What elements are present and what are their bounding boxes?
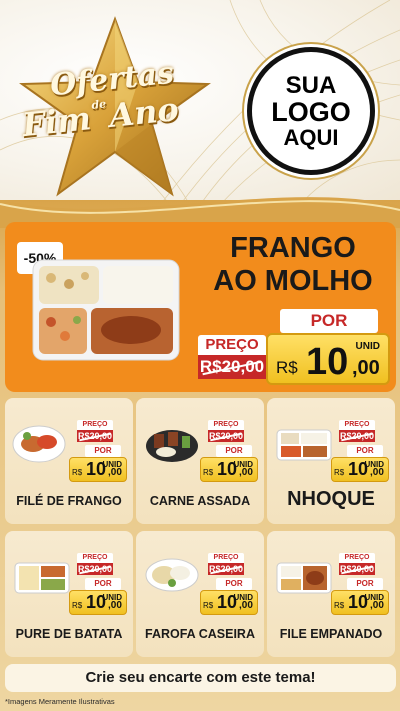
new-price: R$ 10,00 UNID xyxy=(331,590,389,615)
product-card[interactable]: PREÇO R$20,00 POR R$10,00UNID FAROFA CAS… xyxy=(136,531,264,657)
logo-line3: AQUI xyxy=(283,125,339,151)
product-card[interactable]: PREÇO R$20,00 POR R$10,00UNID PURE DE BA… xyxy=(5,531,133,657)
currency-label: R$ xyxy=(203,468,214,477)
currency-label: R$ xyxy=(276,358,298,377)
header-banner: Ofertas FimdeAno SUA LOGO AQUI xyxy=(0,0,400,205)
old-price: R$20,00 xyxy=(77,430,113,442)
product-card[interactable]: PREÇO R$20,00 POR R$10,00UNID FILÉ DE FR… xyxy=(5,398,133,524)
product-name: FAROFA CASEIRA xyxy=(145,627,255,641)
preco-label: PREÇO xyxy=(339,420,375,430)
product-name: FILE EMPANADO xyxy=(279,627,383,641)
featured-title-line1: FRANGO xyxy=(230,232,356,264)
product-card[interactable]: PREÇO R$20,00 POR R$10,00UNID NHOQUE xyxy=(267,398,395,524)
logo-line2: LOGO xyxy=(271,96,351,127)
new-price: R$ 10,00 UNID xyxy=(69,457,127,482)
new-price: R$ 10,00 UNID xyxy=(69,590,127,615)
product-card[interactable]: PREÇO R$20,00 POR R$10,00UNID CARNE ASSA… xyxy=(136,398,264,524)
product-card[interactable]: PREÇO R$20,00 POR R$10,00UNID FILE EMPAN… xyxy=(267,531,395,657)
cta-banner[interactable]: Crie seu encarte com este tema! xyxy=(5,664,396,692)
por-label: POR xyxy=(347,445,383,457)
old-price: R$20,00 xyxy=(339,430,375,442)
old-price: R$20,00 xyxy=(77,563,113,575)
logo-line1: SUA xyxy=(285,71,337,99)
unid-label: UNID xyxy=(355,341,380,352)
currency-label: R$ xyxy=(72,468,83,477)
unid-label: UNID xyxy=(102,593,122,602)
title-de: de xyxy=(90,97,107,112)
featured-title: FRANGO AO MOLHO xyxy=(195,232,391,299)
food-image xyxy=(146,430,198,462)
food-tray-image xyxy=(32,259,180,361)
currency-label: R$ xyxy=(203,601,214,610)
featured-old-price: R$20,00 xyxy=(198,355,266,379)
product-name: PURE DE BATATA xyxy=(15,627,123,641)
currency-label: R$ xyxy=(334,601,345,610)
featured-new-price: R$ 10 ,00 UNID xyxy=(266,333,390,385)
por-label: POR xyxy=(347,578,383,590)
preco-label: PREÇO xyxy=(208,553,244,563)
price-integer: 10 xyxy=(306,341,349,383)
currency-label: R$ xyxy=(72,601,83,610)
preco-label: PREÇO xyxy=(208,420,244,430)
footnote: *Imagens Meramente Ilustrativas xyxy=(5,697,115,706)
por-label: POR xyxy=(216,578,252,590)
old-price: R$20,00 xyxy=(339,563,375,575)
food-image xyxy=(276,562,332,594)
preco-label: PREÇO xyxy=(77,553,113,563)
por-label: POR xyxy=(85,578,121,590)
old-price: R$20,00 xyxy=(208,563,244,575)
unid-label: UNID xyxy=(233,460,253,469)
featured-title-line2: AO MOLHO xyxy=(213,265,373,298)
food-image xyxy=(276,429,332,461)
new-price: R$ 10,00 UNID xyxy=(200,590,258,615)
food-image xyxy=(14,562,70,594)
preco-label: PREÇO xyxy=(77,420,113,430)
new-price: R$ 10,00 UNID xyxy=(331,457,389,482)
old-price: R$20,00 xyxy=(208,430,244,442)
unid-label: UNID xyxy=(364,460,384,469)
logo-placeholder: SUA LOGO AQUI xyxy=(247,47,375,175)
food-image xyxy=(145,558,199,592)
unid-label: UNID xyxy=(102,460,122,469)
por-label: POR xyxy=(85,445,121,457)
price-cents: ,00 xyxy=(352,357,380,379)
currency-label: R$ xyxy=(334,468,345,477)
unid-label: UNID xyxy=(364,593,384,602)
preco-label: PREÇO xyxy=(339,553,375,563)
unid-label: UNID xyxy=(233,593,253,602)
por-label: POR xyxy=(216,445,252,457)
product-name: FILÉ DE FRANGO xyxy=(16,494,122,508)
featured-preco-label: PREÇO xyxy=(198,335,266,355)
featured-por-label: POR xyxy=(280,309,378,333)
title-fim: Fim xyxy=(20,99,93,145)
title-ano: Ano xyxy=(107,89,181,135)
new-price: R$ 10,00 UNID xyxy=(200,457,258,482)
product-name: NHOQUE xyxy=(287,488,375,510)
food-image xyxy=(12,425,66,463)
product-name: CARNE ASSADA xyxy=(149,494,251,508)
